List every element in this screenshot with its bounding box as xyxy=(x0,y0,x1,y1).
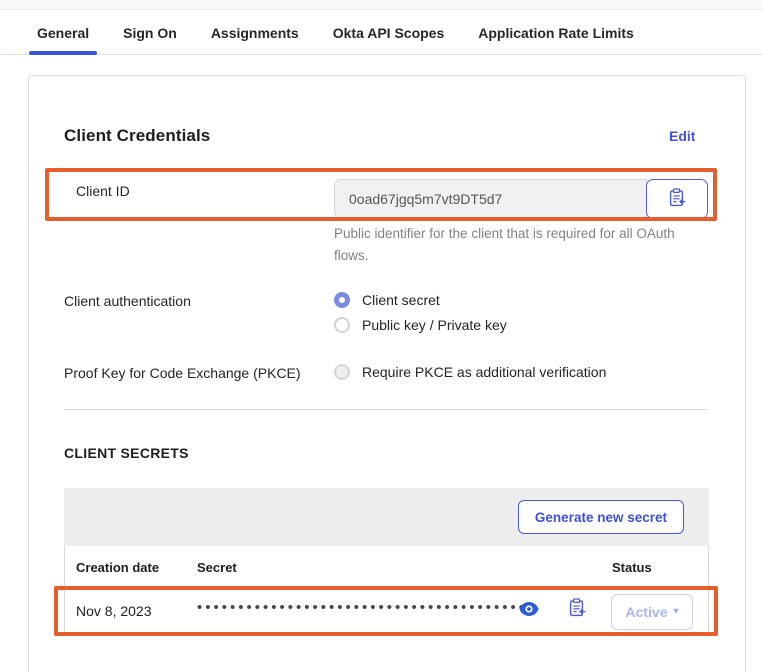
auth-option-public-private-key: Public key / Private key xyxy=(334,317,507,333)
client-id-group xyxy=(334,179,708,219)
pkce-checkbox[interactable] xyxy=(334,364,350,380)
page-top-strip xyxy=(0,0,763,10)
reveal-secret-button[interactable] xyxy=(516,597,542,623)
tab-bar: General Sign On Assignments Okta API Sco… xyxy=(0,10,763,55)
generate-new-secret-button[interactable]: Generate new secret xyxy=(518,500,684,534)
secret-status-dropdown[interactable]: Active ▾ xyxy=(611,594,693,630)
column-header-status: Status xyxy=(612,560,652,575)
pkce-label: Proof Key for Code Exchange (PKCE) xyxy=(64,365,301,381)
tab-assignments[interactable]: Assignments xyxy=(211,10,299,55)
radio-client-secret-label: Client secret xyxy=(362,292,440,308)
column-header-creation-date: Creation date xyxy=(76,560,159,575)
client-authentication-label: Client authentication xyxy=(64,293,191,309)
pkce-option-row: Require PKCE as additional verification xyxy=(334,364,606,380)
tab-application-rate-limits[interactable]: Application Rate Limits xyxy=(478,10,634,55)
client-secrets-heading: CLIENT SECRETS xyxy=(64,445,189,461)
auth-option-client-secret: Client secret xyxy=(334,292,440,308)
client-id-label: Client ID xyxy=(76,183,130,199)
client-id-copy-button[interactable] xyxy=(646,179,708,219)
client-secrets-toolbar: Generate new secret xyxy=(64,488,709,546)
secret-status-value: Active xyxy=(625,604,667,620)
client-id-input[interactable] xyxy=(334,179,647,219)
eye-icon xyxy=(519,602,539,619)
settings-card: Client Credentials Edit Client ID xyxy=(28,75,746,672)
clipboard-copy-icon xyxy=(669,188,686,210)
section-divider xyxy=(64,409,708,410)
edit-link[interactable]: Edit xyxy=(669,128,695,144)
radio-public-private-key[interactable] xyxy=(334,317,350,333)
tab-sign-on[interactable]: Sign On xyxy=(123,10,177,55)
chevron-down-icon: ▾ xyxy=(674,607,679,617)
radio-public-private-key-label: Public key / Private key xyxy=(362,317,507,333)
column-header-secret: Secret xyxy=(197,560,237,575)
clipboard-copy-icon xyxy=(569,598,586,620)
client-id-help-text: Public identifier for the client that is… xyxy=(334,223,684,267)
client-credentials-title: Client Credentials xyxy=(64,126,210,146)
tab-okta-api-scopes[interactable]: Okta API Scopes xyxy=(333,10,445,55)
radio-client-secret[interactable] xyxy=(334,292,350,308)
tab-general[interactable]: General xyxy=(37,10,89,55)
secret-creation-date: Nov 8, 2023 xyxy=(76,603,152,619)
secret-masked-value: •••••••••••••••••••••••••••••••••••••••• xyxy=(197,599,527,616)
okta-app-settings-page: General Sign On Assignments Okta API Sco… xyxy=(0,0,763,672)
copy-secret-button[interactable] xyxy=(564,596,590,622)
pkce-checkbox-label: Require PKCE as additional verification xyxy=(362,364,606,380)
